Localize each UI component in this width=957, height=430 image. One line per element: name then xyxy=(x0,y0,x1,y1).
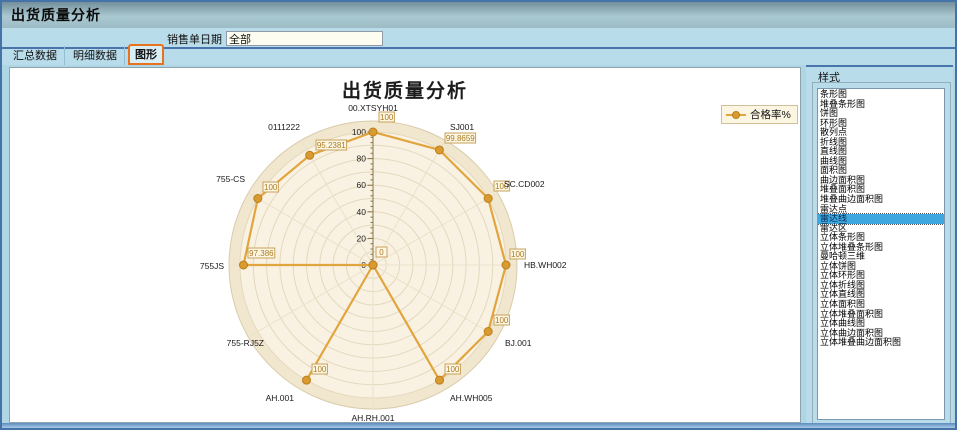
radar-data-point xyxy=(435,146,443,154)
category-label: AH.RH.001 xyxy=(352,413,395,422)
radar-data-point xyxy=(239,261,247,269)
radar-data-point xyxy=(306,151,314,159)
radar-data-point xyxy=(484,328,492,336)
category-label: BJ.001 xyxy=(505,338,532,348)
legend-label: 合格率% xyxy=(750,107,791,122)
chart-panel: 出货质量分析 0 20 40 60 80 100 100 99.8659 100 100 100 10… xyxy=(9,67,801,423)
category-label: HB.WH002 xyxy=(524,260,567,270)
category-label: 0111222 xyxy=(268,122,300,132)
category-label: AH.WH005 xyxy=(450,393,493,403)
tab-bar: 汇总数据 明细数据 图形 xyxy=(2,47,955,65)
value-label: 100 xyxy=(380,113,394,122)
style-sidebar: 样式 条形图堆叠条形图饼图环形图散列点折线图直线图曲线图面积图曲边面积图堆叠面积… xyxy=(806,65,953,426)
radar-data-point xyxy=(369,128,377,136)
chart-title: 出货质量分析 xyxy=(10,76,800,103)
category-label: SC.CD002 xyxy=(504,179,545,189)
legend-line-icon xyxy=(726,114,746,116)
chart-style-listbox[interactable]: 条形图堆叠条形图饼图环形图散列点折线图直线图曲线图面积图曲边面积图堆叠面积图堆叠… xyxy=(817,88,945,420)
radar-data-point xyxy=(484,195,492,203)
value-label: 97.386 xyxy=(249,249,274,258)
tab-summary-data[interactable]: 汇总数据 xyxy=(6,46,65,65)
tab-detail-data[interactable]: 明细数据 xyxy=(66,46,125,65)
value-label: 100 xyxy=(446,365,460,374)
radar-chart: 02040608010010099.8659100100100100010097… xyxy=(10,68,800,422)
value-label: 100 xyxy=(313,365,327,374)
style-frame: 条形图堆叠条形图饼图环形图散列点折线图直线图曲线图面积图曲边面积图堆叠面积图堆叠… xyxy=(812,82,951,425)
category-label: 755JS xyxy=(200,261,224,271)
axis-tick-label: 80 xyxy=(357,154,367,164)
value-label: 0 xyxy=(379,248,384,257)
page-title: 出货质量分析 xyxy=(2,5,101,25)
legend-dot-icon xyxy=(732,111,740,119)
category-label: 755-RJ5Z xyxy=(227,338,264,348)
tab-graph[interactable]: 图形 xyxy=(128,44,164,65)
radar-data-point xyxy=(254,195,262,203)
app-window: 出货质量分析 销售单日期 汇总数据 明细数据 图形 出货质量分析 0 20 40 60… xyxy=(0,0,957,430)
category-label: 755-CS xyxy=(216,174,245,184)
category-label: SJ001 xyxy=(450,122,474,132)
content-area: 出货质量分析 0 20 40 60 80 100 100 99.8659 100 100 100 10… xyxy=(2,65,955,426)
sales-date-label: 销售单日期 xyxy=(167,31,222,47)
value-label: 99.8659 xyxy=(446,134,475,143)
value-label: 95.2381 xyxy=(317,141,346,150)
title-bar: 出货质量分析 xyxy=(2,2,955,28)
chart-legend: 合格率% xyxy=(721,105,798,124)
axis-tick-label: 40 xyxy=(357,207,367,217)
radar-data-point xyxy=(436,376,444,384)
radar-data-point xyxy=(502,261,510,269)
value-label: 100 xyxy=(495,316,509,325)
radar-data-point xyxy=(369,261,377,269)
category-label: 00.XTSYH01 xyxy=(348,103,398,113)
category-label: AH.001 xyxy=(266,393,295,403)
value-label: 100 xyxy=(511,250,525,259)
value-label: 100 xyxy=(264,183,278,192)
radar-data-point xyxy=(303,376,311,384)
bottom-strip xyxy=(2,423,955,428)
sales-date-input[interactable] xyxy=(226,31,383,46)
style-option[interactable]: 立体堆叠曲边面积图 xyxy=(818,338,944,348)
axis-tick-label: 20 xyxy=(357,233,367,243)
axis-tick-label: 60 xyxy=(357,180,367,190)
